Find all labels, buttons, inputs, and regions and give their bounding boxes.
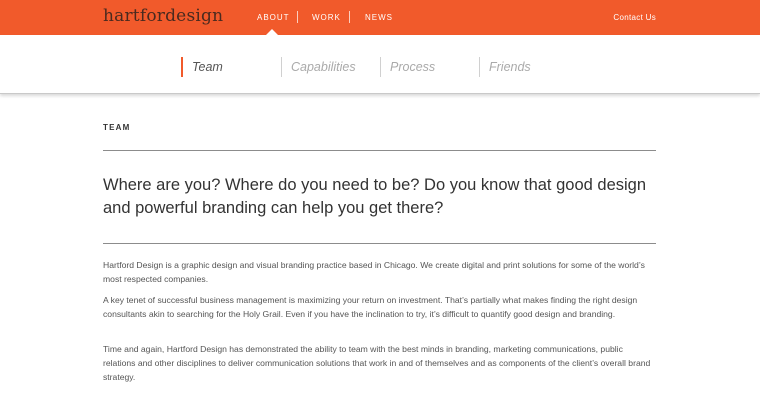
- body-paragraph: A key tenet of successful business manag…: [103, 295, 638, 319]
- subtab-team[interactable]: Team: [181, 57, 223, 77]
- subtab-friends[interactable]: Friends: [479, 57, 531, 77]
- nav-item-work[interactable]: WORK: [312, 13, 341, 22]
- nav-divider: [349, 11, 350, 23]
- nav-item-news[interactable]: NEWS: [365, 13, 393, 22]
- divider: [103, 150, 656, 151]
- page-headline: Where are you? Where do you need to be? …: [103, 176, 647, 217]
- subtab-capabilities[interactable]: Capabilities: [281, 57, 356, 77]
- body-paragraph: Hartford Design is a graphic design and …: [103, 260, 645, 284]
- subtab-process[interactable]: Process: [380, 57, 435, 77]
- section-label: TEAM: [103, 123, 131, 132]
- sub-navigation: Team Capabilities Process Friends: [0, 35, 760, 94]
- nav-divider: [297, 11, 298, 23]
- contact-us-link[interactable]: Contact Us: [613, 13, 656, 22]
- nav-item-about[interactable]: ABOUT: [257, 13, 290, 22]
- site-logo[interactable]: hartfordesign: [103, 6, 223, 26]
- divider: [103, 243, 656, 244]
- top-navigation-bar: hartfordesign ABOUT WORK NEWS Contact Us: [0, 0, 760, 35]
- body-paragraph: Time and again, Hartford Design has demo…: [103, 344, 651, 382]
